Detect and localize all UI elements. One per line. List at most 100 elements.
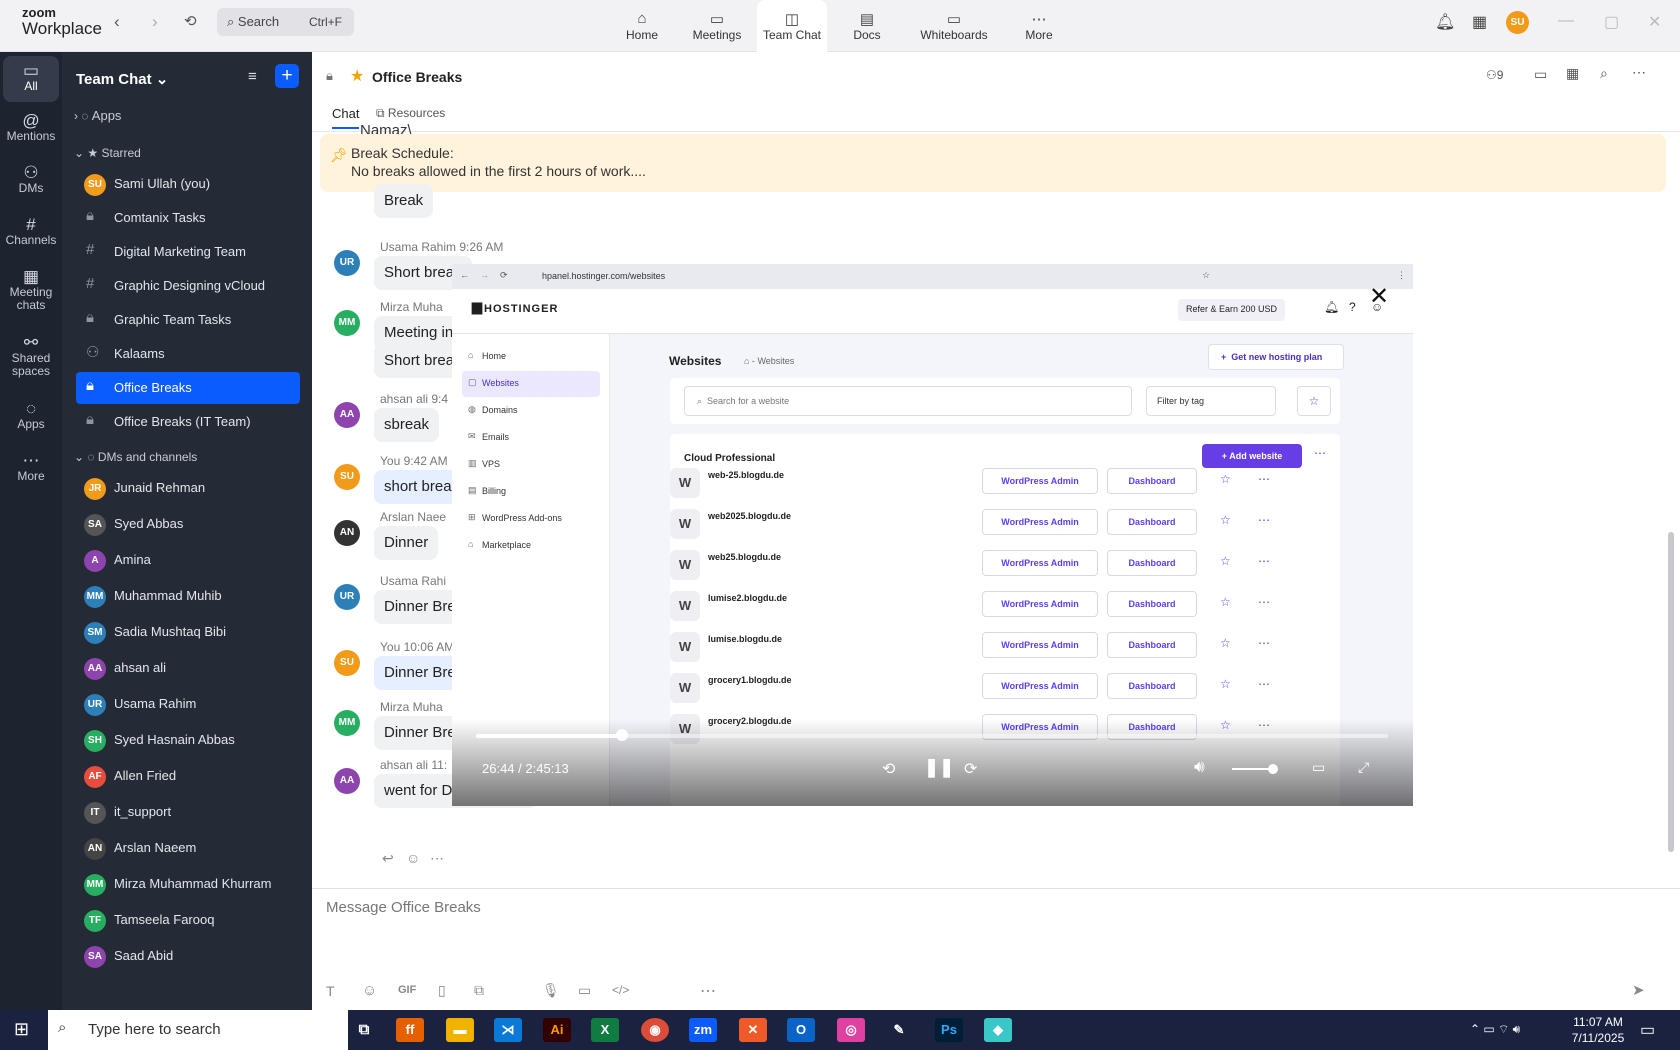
rail-all[interactable]: ▭ All [3, 56, 59, 102]
calendar-icon[interactable]: ▦ [1472, 12, 1487, 32]
mic-icon[interactable]: 🎙︎ [542, 982, 560, 999]
sidebar-item-dm[interactable]: TF Tamseela Farooq [76, 904, 300, 936]
notification-icon[interactable]: ▭ [1640, 1020, 1655, 1040]
back-icon[interactable]: ‹ [114, 12, 120, 32]
forward-icon[interactable]: › [152, 12, 158, 32]
tab-meetings[interactable]: ▭ Meetings [685, 0, 749, 52]
volume-handle[interactable] [1268, 764, 1278, 774]
sidebar-item-dm[interactable]: AF Allen Fried [76, 760, 300, 792]
sidebar-item-graphic-team[interactable]: 🔒︎ Graphic Team Tasks [76, 304, 300, 336]
rail-dms[interactable]: ⚇ DMs [3, 164, 59, 195]
sidebar-item-office-breaks[interactable]: 🔒︎ Office Breaks [76, 372, 300, 404]
sidebar-item-sami-ullah[interactable]: SU Sami Ullah (you) [76, 168, 300, 200]
sidebar-item-dm[interactable]: UR Usama Rahim [76, 688, 300, 720]
sidebar-item-dm[interactable]: IT it_support [76, 796, 300, 828]
sidebar-item-kalaams[interactable]: ⚇ Kalaams [76, 338, 300, 370]
volume-icon[interactable]: 🔊︎ [1194, 757, 1205, 777]
task-view-icon[interactable]: ⧉ [350, 1018, 378, 1042]
taskbar-search[interactable]: ⌕ Type here to search [48, 1010, 348, 1050]
more-icon[interactable]: ⋯ [430, 850, 444, 867]
maximize-icon[interactable]: ▢ [1604, 12, 1619, 32]
reply-icon[interactable]: ↩ [382, 850, 394, 867]
tab-docs[interactable]: ▤ Docs [838, 0, 896, 52]
more-icon[interactable]: ⋯ [700, 981, 716, 1001]
tab-home[interactable]: ⌂ Home [614, 0, 670, 52]
tab-whiteboards[interactable]: ▭ Whiteboards [914, 0, 994, 52]
app-icon[interactable]: ◆ [984, 1018, 1012, 1042]
sidebar-item-dm[interactable]: SA Saad Abid [76, 940, 300, 972]
sidebar-item-dm[interactable]: SM Sadia Mushtaq Bibi [76, 616, 300, 648]
new-chat-button[interactable]: + [275, 64, 299, 88]
sidebar-item-graphic-designing[interactable]: # Graphic Designing vCloud [76, 270, 300, 302]
sidebar-item-dm[interactable]: A Amina [76, 544, 300, 576]
vscode-icon[interactable]: ⋊ [494, 1018, 522, 1042]
sidebar-item-comtanix-tasks[interactable]: 🔒︎ Comtanix Tasks [76, 202, 300, 234]
chrome-icon[interactable]: ◉ [641, 1018, 669, 1042]
emoji-icon[interactable]: ☺ [406, 850, 420, 866]
file-explorer-icon[interactable]: ▬ [446, 1018, 474, 1042]
bell-icon[interactable]: 🔔︎ [1435, 12, 1455, 32]
sidebar-title[interactable]: Team Chat ⌄ [76, 70, 168, 88]
screenshot-icon[interactable]: ⧉ [474, 982, 484, 999]
rail-mentions[interactable]: @ Mentions [3, 112, 59, 143]
user-avatar[interactable]: SU [1506, 11, 1529, 34]
outlook-icon[interactable]: O [787, 1018, 815, 1042]
sidebar-item-digital-marketing[interactable]: # Digital Marketing Team [76, 236, 300, 268]
sidebar-item-office-breaks-it[interactable]: 🔒︎ Office Breaks (IT Team) [76, 406, 300, 438]
rail-channels[interactable]: # Channels [3, 216, 59, 247]
calendar-icon[interactable]: ▦ [1566, 65, 1579, 82]
volume-slider[interactable] [1232, 768, 1272, 770]
clock[interactable]: 11:07 AM 7/11/2025 [1558, 1014, 1638, 1046]
rewind-icon[interactable]: ⟲ [882, 759, 895, 779]
forward-icon[interactable]: ⟳ [964, 759, 977, 779]
zoom-app-icon[interactable]: zm [689, 1018, 717, 1042]
excel-icon[interactable]: X [591, 1018, 619, 1042]
apps-section[interactable]: › ◌ Apps [74, 108, 121, 123]
channel-title[interactable]: Office Breaks [372, 69, 462, 85]
minimize-icon[interactable]: — [1558, 12, 1574, 30]
filter-icon[interactable]: ≡ [248, 68, 257, 85]
tab-team-chat[interactable]: ◫ Team Chat [757, 0, 827, 52]
star-icon[interactable]: ★ [350, 66, 364, 86]
tab-resources[interactable]: ⧉ Resources [376, 106, 445, 121]
captions-icon[interactable]: ▭ [1312, 759, 1325, 776]
send-icon[interactable]: ➤ [1632, 981, 1645, 999]
search-input[interactable]: ⌕ Search Ctrl+F [217, 8, 354, 36]
file-icon[interactable]: ▯ [438, 982, 446, 999]
close-window-icon[interactable]: ✕ [1648, 12, 1661, 32]
tab-more[interactable]: ⋯ More [1014, 0, 1064, 52]
format-text-icon[interactable]: T [326, 983, 335, 999]
sidebar-item-dm[interactable]: AN Arslan Naeem [76, 832, 300, 864]
app-icon[interactable]: ◎ [837, 1018, 865, 1042]
video-player[interactable]: ← → ⟳ hpanel.hostinger.com/websites ☆ ⋮ … [452, 264, 1413, 806]
starred-section[interactable]: ⌄ ★ Starred [74, 146, 141, 160]
sidebar-item-dm[interactable]: SH Syed Hasnain Abbas [76, 724, 300, 756]
dms-section[interactable]: ⌄ ◌ DMs and channels [74, 450, 197, 464]
illustrator-icon[interactable]: Ai [543, 1018, 571, 1042]
sidebar-item-dm[interactable]: SA Syed Abbas [76, 508, 300, 540]
xampp-icon[interactable]: ✕ [739, 1018, 767, 1042]
pause-icon[interactable]: ❚❚ [924, 757, 954, 778]
history-icon[interactable]: ⟲ [184, 12, 197, 30]
sidebar-item-dm[interactable]: AA ahsan ali [76, 652, 300, 684]
emoji-icon[interactable]: ☺ [362, 982, 377, 999]
photoshop-icon[interactable]: Ps [935, 1018, 963, 1042]
code-icon[interactable]: </> [612, 983, 629, 997]
seek-bar[interactable] [476, 734, 1388, 738]
rail-shared-spaces[interactable]: ⚯ Shared spaces [3, 334, 59, 378]
tab-chat[interactable]: Chat [332, 106, 360, 129]
rail-meeting-chats[interactable]: ▦ Meeting chats [3, 268, 59, 312]
sidebar-item-dm[interactable]: MM Mirza Muhammad Khurram [76, 868, 300, 900]
scrollbar[interactable] [1668, 532, 1674, 852]
close-video-icon[interactable]: ✕ [1369, 282, 1389, 311]
gif-icon[interactable]: GIF [398, 984, 416, 996]
members-count[interactable]: ⚇9 [1486, 68, 1503, 82]
sidebar-item-dm[interactable]: MM Muhammad Muhib [76, 580, 300, 612]
rail-more[interactable]: ⋯ More [3, 452, 59, 483]
more-icon[interactable]: ⋯ [1632, 64, 1646, 81]
rail-apps[interactable]: ◌ Apps [3, 400, 59, 431]
video-clip-icon[interactable]: ▭ [578, 982, 591, 999]
seek-handle[interactable] [615, 729, 628, 741]
firefox-icon[interactable]: ff [396, 1018, 424, 1042]
search-icon[interactable]: ⌕ [1600, 65, 1608, 82]
